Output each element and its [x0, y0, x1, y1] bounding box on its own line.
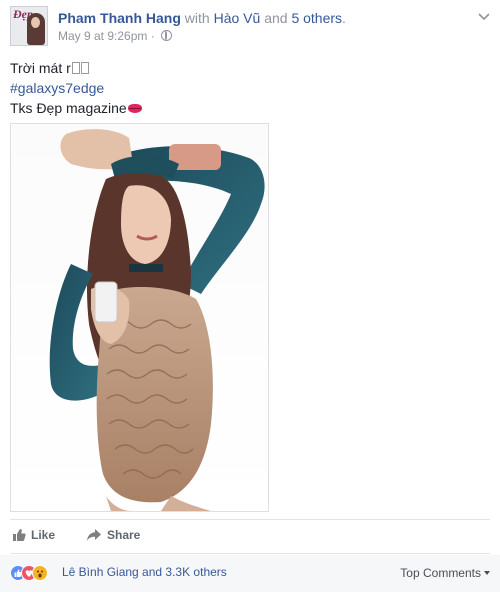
with-text: with	[184, 10, 210, 26]
tagged-others-link[interactable]: 5 others	[291, 10, 342, 26]
meta-separator: ·	[150, 29, 155, 43]
divider	[10, 519, 490, 520]
post-photo[interactable]	[10, 123, 269, 512]
like-button[interactable]: Like	[12, 528, 55, 542]
post-text-line-3: Tks Đẹp magazine	[10, 98, 142, 118]
like-label: Like	[31, 528, 56, 542]
post-text: Trời mát r #galaxys7edge Tks Đẹp magazin…	[10, 58, 142, 118]
share-arrow-icon	[87, 529, 101, 541]
globe-icon[interactable]	[161, 30, 173, 41]
facebook-post: Đẹp Pham Thanh Hang with Hào Vũ and 5 ot…	[0, 0, 500, 592]
author-name[interactable]: Pham Thanh Hang	[58, 10, 181, 26]
post-header: Đẹp Pham Thanh Hang with Hào Vũ and 5 ot…	[10, 6, 495, 48]
post-timestamp[interactable]: May 9 at 9:26pm	[58, 29, 147, 43]
and-text: and	[264, 10, 288, 26]
caret-down-icon	[484, 571, 490, 575]
chevron-down-icon[interactable]	[477, 12, 491, 22]
share-label: Share	[107, 528, 141, 542]
kiss-emoji-icon	[127, 104, 142, 113]
post-text-line-1-text: Trời mát r	[10, 60, 71, 76]
post-text-line-2: #galaxys7edge	[10, 78, 142, 98]
share-button[interactable]: Share	[86, 528, 140, 542]
photo-illustration	[11, 124, 268, 511]
tagged-user[interactable]: Hào Vũ	[214, 10, 261, 26]
post-text-line-1: Trời mát r	[10, 58, 142, 78]
post-meta: May 9 at 9:26pm ·	[58, 29, 173, 43]
top-comments-dropdown[interactable]: Top Comments	[400, 566, 490, 580]
wow-reaction-icon	[32, 565, 48, 581]
post-title-line: Pham Thanh Hang with Hào Vũ and 5 others…	[58, 10, 346, 26]
likers-link[interactable]: Lê Bình Giang and 3.3K others	[62, 565, 227, 579]
top-comments-label: Top Comments	[400, 566, 481, 580]
avatar[interactable]: Đẹp	[10, 6, 48, 46]
post-footer: Lê Bình Giang and 3.3K others Top Commen…	[0, 555, 500, 592]
hashtag-link[interactable]: #galaxys7edge	[10, 80, 104, 96]
missing-glyph-icon	[80, 62, 89, 74]
title-period: .	[342, 10, 346, 26]
divider	[10, 553, 490, 554]
post-text-line-3-text: Tks Đẹp magazine	[10, 100, 127, 116]
missing-glyph-icon	[71, 62, 80, 74]
avatar-face	[31, 17, 40, 28]
thumbs-up-icon	[13, 529, 26, 541]
